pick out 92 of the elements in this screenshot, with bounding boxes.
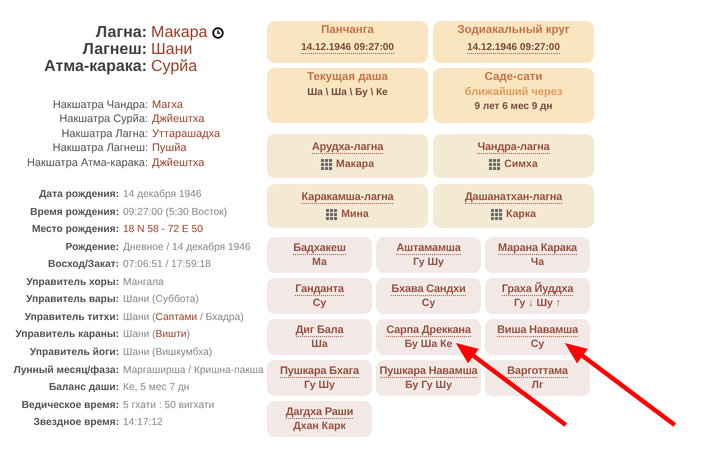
- field-label: Время рождения:: [29, 206, 119, 220]
- field-value: Шани: [151, 41, 192, 58]
- field-label: Рождение:: [64, 240, 119, 255]
- field-value: Шани (Вишкумбха): [123, 346, 214, 360]
- field-label: Баланс даши:: [48, 381, 119, 396]
- field-value: Дневное / 14 декабря 1946: [123, 240, 252, 255]
- tile-link[interactable]: Варготтама: [507, 365, 568, 378]
- tile-value: Лг: [530, 379, 544, 392]
- sign-value: Макара: [336, 158, 374, 171]
- grid-icon: [326, 209, 338, 220]
- tile-value: Су: [312, 297, 328, 310]
- field-value: 18 N 58 - 72 E 50: [123, 223, 204, 238]
- field-value: Ке, 5 мес 7 дн: [123, 381, 190, 396]
- field-value: Сурйа: [151, 58, 198, 75]
- tile-link[interactable]: Чандра-лагна: [477, 141, 550, 154]
- tile-link[interactable]: Дагдха Раши: [286, 406, 354, 419]
- tile-link[interactable]: Марана Карака: [498, 242, 577, 255]
- tile-link[interactable]: Пушкара Бхага: [280, 365, 359, 378]
- field-value: 5 гхати : 50 вигхати: [123, 398, 216, 413]
- tile-value: Дхан Карк: [292, 420, 347, 433]
- tile-title: Зодиакальный круг: [456, 24, 571, 37]
- tile-value: Ча: [530, 256, 546, 269]
- date-link[interactable]: 14.12.1946 09:27:00: [467, 42, 560, 54]
- field-value: Джйештха: [152, 112, 206, 127]
- field-value: 14 декабря 1946: [123, 188, 203, 202]
- tile-value: Су: [420, 297, 436, 310]
- tile-link[interactable]: Ганданта: [295, 283, 344, 296]
- tile-link[interactable]: Сарпа Дреккана: [386, 324, 471, 337]
- sign-value: Карка: [506, 208, 536, 221]
- field-label: Управитель хоры:: [25, 276, 119, 290]
- field-value: Магха: [152, 98, 184, 112]
- field-value: Уттарашадха: [152, 126, 222, 142]
- tile-value: Гу ↓ Шу ↑: [512, 297, 562, 310]
- tile-value: ближайший через: [464, 86, 562, 98]
- tile-link[interactable]: Пушкара Навамша: [380, 365, 478, 378]
- tile-value: Ша: [310, 338, 329, 351]
- field-label: Лагнеш:: [82, 41, 147, 58]
- field-value: 14:17:12: [123, 416, 164, 430]
- field-label: Звездное время:: [32, 416, 119, 430]
- grid-icon: [491, 209, 502, 220]
- field-label: Накшатра Сурйа:: [58, 112, 148, 127]
- grid-icon: [320, 159, 332, 170]
- field-value: Мангала: [123, 276, 165, 290]
- tile-link[interactable]: Арудха-лагна: [312, 141, 384, 154]
- field-label: Управитель вары:: [25, 293, 119, 308]
- tile-link[interactable]: Дашанатхан-лагна: [464, 191, 562, 204]
- field-label: Управитель караны:: [14, 328, 119, 342]
- tile-link[interactable]: Граха Йуддха: [502, 283, 574, 296]
- field-label: Ведическое время:: [20, 398, 119, 413]
- tile-link[interactable]: Аштамамша: [396, 242, 461, 255]
- tile-link[interactable]: Бадхакеш: [293, 242, 346, 255]
- tile-link[interactable]: Виша Навамша: [497, 324, 578, 337]
- sign-value: Симха: [504, 158, 538, 171]
- field-label: Атма-карака:: [43, 58, 147, 75]
- field-label: Управитель йоги:: [28, 346, 119, 360]
- tile-value: Гу Шу: [412, 256, 445, 269]
- tile-link[interactable]: Диг Бала: [296, 324, 344, 337]
- field-label: Накшатра Чандра:: [52, 98, 148, 112]
- tile-value: Бу Ша Ке: [404, 338, 454, 351]
- tile-title: Текущая даша: [306, 71, 389, 84]
- field-value: Шани (Саптами / Бхадра): [123, 310, 245, 325]
- clock-icon[interactable]: [212, 26, 224, 38]
- field-label: Дата рождения:: [38, 188, 119, 202]
- tile-value: Ма: [311, 256, 328, 269]
- field-label: Накшатра Атма-карака:: [26, 156, 148, 170]
- field-value: Пушйа: [152, 141, 188, 156]
- field-value: 07:06:51 / 17:59:18: [123, 258, 212, 272]
- tile-value: Ша \ Ша \ Бу \ Ке: [307, 87, 388, 98]
- tile-title: Панчанга: [320, 24, 375, 37]
- tile-value: Су: [530, 338, 546, 351]
- field-label: Лагна:: [94, 24, 147, 41]
- field-value: 09:27:00 (5:30 Восток): [123, 206, 228, 220]
- field-label: Накшатра Лагнеш:: [52, 141, 148, 156]
- sign-value: Мина: [341, 208, 369, 221]
- field-label: Лунный месяц/фаза:: [12, 364, 119, 378]
- field-label: Восход/Закат:: [47, 258, 119, 272]
- tile-value: Бу Гу Шу: [404, 379, 453, 392]
- tile-value: Гу Шу: [303, 379, 336, 392]
- date-link[interactable]: 14.12.1946 09:27:00: [301, 42, 394, 54]
- field-value: Макара: [151, 24, 208, 41]
- tile-title: Саде-сати: [484, 71, 544, 84]
- tile-link[interactable]: Каракамша-лагна: [302, 191, 394, 204]
- field-label: Место рождения:: [30, 223, 119, 238]
- tile-link[interactable]: Бхава Сандхи: [391, 283, 466, 296]
- field-label: Накшатра Лагна:: [60, 126, 148, 142]
- field-value: Джйештха: [152, 156, 206, 170]
- field-value: Шани (Вишти): [123, 328, 191, 342]
- field-label: Управитель титхи:: [24, 310, 119, 325]
- field-value: Маргаширша / Кришна-пакша: [123, 364, 265, 378]
- tile-value: 9 лет 6 мес 9 дн: [474, 101, 552, 112]
- field-value: Шани (Суббота): [123, 293, 200, 308]
- grid-icon: [489, 159, 500, 170]
